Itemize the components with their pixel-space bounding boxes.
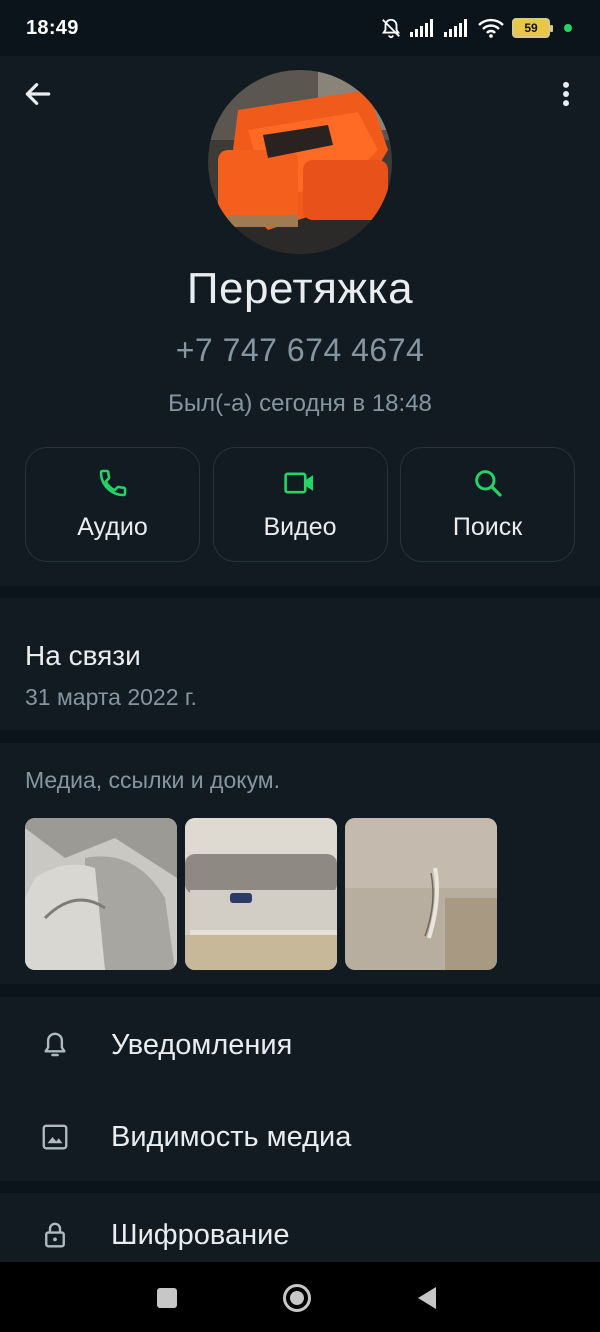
media-thumbnails	[25, 818, 575, 970]
notifications-row[interactable]: Уведомления	[0, 999, 600, 1091]
search-button[interactable]: Поиск	[400, 447, 575, 562]
media-section: Медиа, ссылки и докум.	[0, 743, 600, 984]
contact-avatar[interactable]	[208, 70, 392, 254]
image-icon	[42, 1124, 68, 1150]
encryption-section: Шифрование	[0, 1193, 600, 1263]
signal-icon	[410, 19, 433, 37]
settings-section: Уведомления Видимость медиа	[0, 997, 600, 1181]
lock-icon	[45, 1222, 65, 1248]
wifi-icon	[478, 18, 504, 38]
about-status: На связи	[25, 640, 141, 671]
privacy-indicator-dot	[564, 24, 572, 32]
media-visibility-row[interactable]: Видимость медиа	[0, 1091, 600, 1183]
media-thumbnail[interactable]	[25, 818, 177, 970]
action-buttons: Аудио Видео Поиск	[25, 447, 575, 562]
media-visibility-label: Видимость медиа	[111, 1120, 352, 1153]
contact-header: Перетяжка +7 747 674 4674 Был(-а) сегодн…	[0, 56, 600, 586]
battery-icon: 59	[512, 18, 553, 38]
back-arrow-icon[interactable]	[22, 78, 54, 110]
notifications-label: Уведомления	[111, 1028, 293, 1061]
last-seen-status: Был(-а) сегодня в 18:48	[168, 390, 432, 417]
video-call-button[interactable]: Видео	[212, 447, 388, 562]
signal-icon	[444, 19, 467, 37]
home-icon[interactable]	[280, 1281, 314, 1315]
status-icons: 59	[380, 17, 572, 39]
about-section[interactable]: На связи 31 марта 2022 г.	[0, 598, 600, 730]
encryption-label: Шифрование	[111, 1218, 290, 1251]
more-options-icon[interactable]	[552, 78, 580, 110]
media-thumbnail[interactable]	[345, 818, 497, 970]
battery-level: 59	[524, 21, 538, 35]
audio-call-button[interactable]: Аудио	[25, 447, 200, 562]
bell-icon	[44, 1032, 66, 1057]
contact-name: Перетяжка	[186, 264, 414, 313]
search-label: Поиск	[452, 513, 523, 541]
video-icon	[284, 472, 314, 494]
media-section-title[interactable]: Медиа, ссылки и докум.	[25, 767, 575, 794]
status-time: 18:49	[26, 16, 79, 39]
system-nav-bar	[0, 1262, 600, 1332]
contact-phone: +7 747 674 4674	[175, 332, 425, 368]
muted-bell-icon	[381, 18, 401, 39]
recent-apps-icon[interactable]	[150, 1281, 184, 1315]
audio-call-label: Аудио	[77, 513, 148, 541]
video-call-label: Видео	[263, 513, 337, 541]
search-icon	[474, 470, 502, 497]
phone-icon	[99, 469, 126, 497]
about-date: 31 марта 2022 г.	[25, 684, 197, 710]
media-thumbnail[interactable]	[185, 818, 337, 970]
status-bar: 18:49 59	[0, 0, 600, 56]
back-triangle-icon[interactable]	[410, 1281, 444, 1315]
